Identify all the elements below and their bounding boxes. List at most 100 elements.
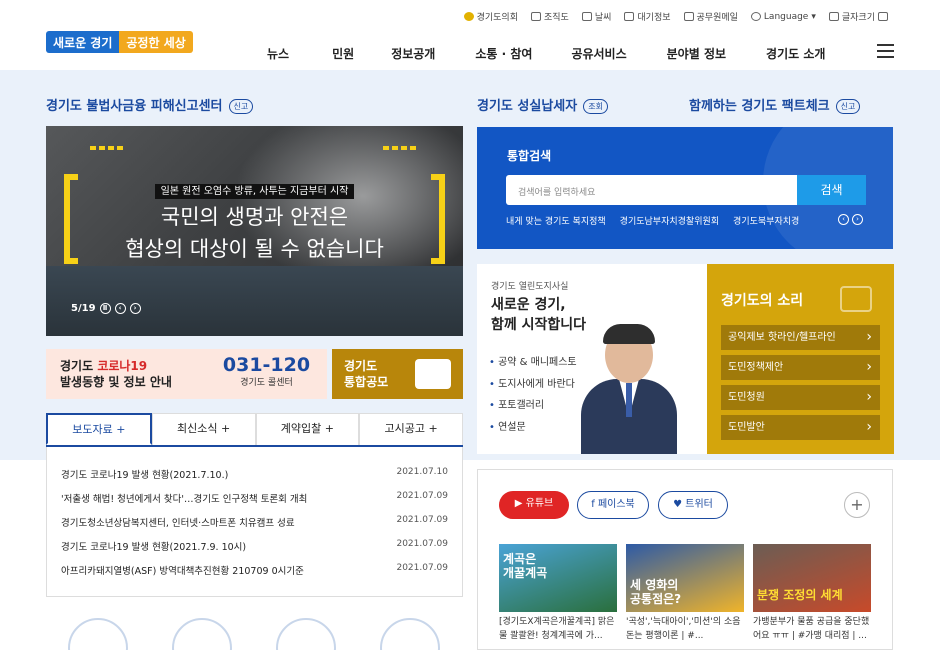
util-link-council[interactable]: 경기도의회	[463, 10, 518, 23]
covid-line1b: 코로나19	[97, 359, 148, 373]
voice-item[interactable]: 도민청원	[721, 385, 880, 410]
org-chart-icon	[530, 12, 541, 21]
voice-panel: 경기도의 소리 공익제보 핫라인/헬프라인 도민정책제안 도민청원 도민발안	[707, 264, 894, 454]
taxpayer-title[interactable]: 경기도 성실납세자 조회	[477, 95, 608, 114]
nav-civil[interactable]: 민원	[332, 45, 354, 62]
quick-link-people-icon[interactable]	[276, 618, 336, 650]
youtube-icon: ▶	[514, 498, 526, 509]
video-caption[interactable]: [경기도X계곡은개꿀계곡] 맑은물 콸콸완! 청계계곡에 가...	[499, 615, 617, 643]
tab-notice[interactable]: 고시공고 +	[359, 413, 463, 445]
video-thumb[interactable]: 분쟁 조정의 세계	[753, 544, 871, 612]
keyword-link[interactable]: 경기도남부자치경찰위원회	[620, 214, 719, 227]
facebook-button[interactable]: f 페이스북	[577, 491, 649, 519]
quick-link-location-icon[interactable]	[172, 618, 232, 650]
util-link-air[interactable]: 대기정보	[624, 10, 671, 23]
governor-headline: 새로운 경기, 함께 시작합니다	[491, 295, 586, 335]
next-icon[interactable]: ›	[852, 214, 863, 225]
nav-comm[interactable]: 소통 · 참여	[475, 45, 532, 62]
covid-phone: 031-120 경기도 콜센터	[206, 356, 327, 392]
menu-icon[interactable]	[877, 44, 894, 58]
banner-line2: 협상의 대상이 될 수 없습니다	[125, 237, 384, 261]
youtube-button[interactable]: ▶ 유튜브	[499, 491, 569, 519]
covid-banner[interactable]: 경기도 코로나19 발생동향 및 정보 안내 031-120 경기도 콜센터	[46, 349, 327, 399]
main-nav: 뉴스 민원 정보공개 소통 · 참여 공유서비스 분야별 정보 경기도 소개	[248, 45, 825, 62]
tab-press[interactable]: 보도자료 +	[46, 413, 152, 445]
voice-item[interactable]: 도민발안	[721, 415, 880, 440]
factcheck-label: 함께하는 경기도 팩트체크	[689, 99, 830, 114]
more-button[interactable]: +	[844, 492, 870, 518]
governor-h2: 함께 시작합니다	[491, 317, 587, 333]
logo-part-b: 공정한 세상	[119, 31, 193, 53]
covid-text: 경기도 코로나19 발생동향 및 정보 안내	[46, 358, 206, 390]
search-panel: 통합검색 검색어를 입력하세요 검색 내게 맞는 경기도 복지정책 경기도남부자…	[477, 127, 893, 249]
news-title: 아프리카돼지열병(ASF) 방역대책추진현황 210709 0시기준	[61, 566, 304, 577]
voice-item[interactable]: 공익제보 핫라인/헬프라인	[721, 325, 880, 350]
governor-panel[interactable]: 경기도 열린도지사실 새로운 경기, 함께 시작합니다 공약 & 매니페스토 도지…	[477, 264, 707, 454]
video-thumb[interactable]: 계곡은 개꿀계곡	[499, 544, 617, 612]
facebook-label: 페이스북	[597, 499, 635, 510]
banner-counter: 5/19	[71, 303, 96, 314]
font-minus-icon	[878, 12, 888, 21]
air-icon	[624, 12, 635, 21]
list-item[interactable]: 경기도 코로나19 발생 현황(2021.7.10.) 2021.07.10	[61, 467, 448, 481]
thumb-title: 계곡은 개꿀계곡	[503, 552, 548, 580]
governor-link[interactable]: 공약 & 매니페스토	[489, 352, 577, 374]
news-date: 2021.07.09	[396, 491, 448, 501]
banner-deco-left	[90, 146, 126, 150]
megaphone-icon	[415, 359, 451, 389]
next-icon[interactable]: ›	[129, 303, 141, 314]
search-input[interactable]: 검색어를 입력하세요	[506, 175, 824, 205]
util-link-mail[interactable]: 공무원메일	[683, 10, 738, 23]
banner-controls: 5/19 Ⅱ ‹ ›	[71, 303, 141, 314]
tab-latest[interactable]: 최신소식 +	[151, 413, 256, 445]
prev-icon[interactable]: ‹	[838, 214, 849, 225]
search-button[interactable]: 검색	[797, 175, 866, 205]
factcheck-title[interactable]: 함께하는 경기도 팩트체크 신고	[689, 95, 861, 114]
banner-line1: 국민의 생명과 안전은	[160, 205, 349, 229]
twitter-button[interactable]: ♥ 트위터	[658, 491, 728, 519]
util-link-weather[interactable]: 날씨	[581, 10, 611, 23]
tab-contract[interactable]: 계약입찰 +	[255, 413, 360, 445]
nav-about[interactable]: 경기도 소개	[766, 45, 825, 62]
keyword-link[interactable]: 내게 맞는 경기도 복지정책	[506, 214, 606, 227]
governor-h1: 새로운 경기,	[491, 297, 566, 313]
site-logo[interactable]: 새로운 경기 공정한 세상	[46, 31, 193, 53]
governor-link[interactable]: 포토갤러리	[489, 395, 577, 417]
prev-icon[interactable]: ‹	[114, 303, 126, 314]
voice-item[interactable]: 도민정책제안	[721, 355, 880, 380]
util-link-fontsize[interactable]: 글자크기	[828, 10, 888, 23]
loan-report-title[interactable]: 경기도 불법사금융 피해신고센터 신고	[46, 95, 254, 114]
portrait-tie	[626, 383, 632, 417]
nav-field[interactable]: 분야별 정보	[667, 45, 726, 62]
pause-icon[interactable]: Ⅱ	[99, 303, 111, 314]
quick-link-board-icon[interactable]	[380, 618, 440, 650]
covid-line1a: 경기도	[60, 359, 98, 373]
news-title: '저출생 해법! 청년에게서 찾다'…경기도 인구정책 토론회 개최	[61, 494, 308, 505]
list-item[interactable]: 경기도청소년상담복지센터, 인터넷·스마트폰 치유캠프 성료 2021.07.09	[61, 515, 448, 529]
video-caption[interactable]: '곡성','늑대아이','미션'의 소음돈는 평행이론 | #...	[626, 615, 744, 643]
news-tabs: 보도자료 + 최신소식 + 계약입찰 + 고시공고 +	[46, 413, 463, 447]
lookup-pill: 조회	[583, 99, 608, 114]
governor-link[interactable]: 연설문	[489, 417, 577, 439]
nav-news[interactable]: 뉴스	[267, 45, 289, 62]
search-title: 통합검색	[507, 149, 552, 163]
banner-subtitle-text: 일본 원전 오염수 방류, 사투는 지금부터 시작	[154, 184, 355, 199]
logo-part-a: 새로운 경기	[46, 31, 120, 53]
news-title: 경기도 코로나19 발생 현황(2021.7.10.)	[61, 470, 229, 481]
nav-info[interactable]: 정보공개	[391, 45, 435, 62]
covid-phone-sub: 경기도 콜센터	[240, 378, 293, 388]
video-thumb[interactable]: 세 영화의 공통점은?	[626, 544, 744, 612]
main-banner[interactable]: 일본 원전 오염수 방류, 사투는 지금부터 시작 국민의 생명과 안전은 협상…	[46, 126, 463, 336]
list-item[interactable]: 경기도 코로나19 발생 현황(2021.7.9. 10시) 2021.07.09	[61, 539, 448, 553]
list-item[interactable]: '저출생 해법! 청년에게서 찾다'…경기도 인구정책 토론회 개최 2021.0…	[61, 491, 448, 505]
nav-share[interactable]: 공유서비스	[571, 45, 626, 62]
video-caption[interactable]: 가뱅분부가 물품 공급을 중단했어요 ㅠㅠ | #가맹 대리점 | ...	[753, 615, 871, 643]
governor-link[interactable]: 도지사에게 바란다	[489, 374, 577, 396]
quick-link-doc-icon[interactable]	[68, 618, 128, 650]
keyword-link[interactable]: 경기도북부자치경	[733, 214, 799, 227]
chevron-down-icon: ▾	[811, 11, 816, 22]
util-link-language[interactable]: Language ▾	[750, 11, 816, 22]
gongmo-banner[interactable]: 경기도 통합공모	[332, 349, 463, 399]
util-link-org[interactable]: 조직도	[530, 10, 569, 23]
list-item[interactable]: 아프리카돼지열병(ASF) 방역대책추진현황 210709 0시기준 2021.0…	[61, 563, 448, 577]
